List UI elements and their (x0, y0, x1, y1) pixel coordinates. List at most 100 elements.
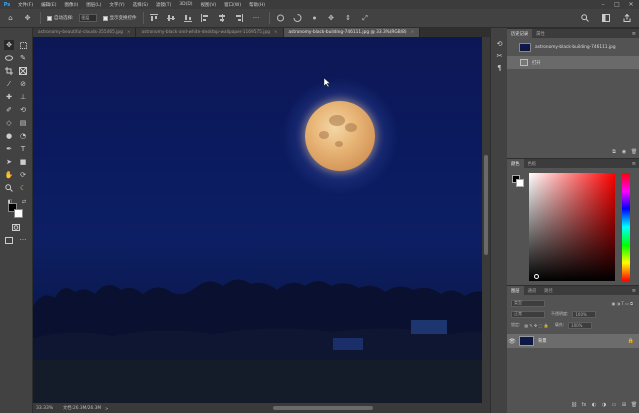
crop-tool-icon[interactable] (4, 66, 14, 76)
zoom-tool-icon[interactable] (4, 183, 14, 193)
pen-tool-icon[interactable]: ✒ (4, 144, 14, 154)
status-menu-arrow[interactable]: > (105, 406, 108, 411)
history-panel-icon[interactable]: ⟲ (494, 39, 505, 49)
path-select-tool-icon[interactable]: ➤ (4, 157, 14, 167)
new-layer-icon[interactable]: ⊞ (619, 402, 629, 408)
marquee-tool-icon[interactable] (18, 40, 28, 50)
align-middle-icon[interactable] (165, 12, 178, 25)
color-fg-bg[interactable] (512, 175, 524, 187)
menu-edit[interactable]: 编辑(E) (37, 2, 60, 8)
share-icon[interactable] (620, 12, 633, 25)
close-window-button[interactable]: ✕ (625, 0, 637, 9)
close-tab-icon[interactable]: × (411, 30, 415, 35)
background-color-swatch[interactable] (14, 209, 23, 218)
lock-icons[interactable]: ▦ ✎ ✥ ⬚ 🔒 (524, 323, 548, 328)
horizontal-scrollbar[interactable] (273, 406, 373, 410)
paragraph-panel-icon[interactable]: ¶ (494, 63, 505, 73)
swap-colors-icon[interactable]: ⇄ (19, 197, 29, 207)
auto-select-checkbox[interactable] (47, 15, 52, 21)
home-icon[interactable]: ⌂ (4, 12, 17, 25)
ruler-tool-icon[interactable]: ⊘ (18, 79, 28, 89)
3d-scale-icon[interactable]: ⤢ (359, 12, 372, 25)
new-group-icon[interactable]: ▭ (609, 402, 619, 408)
document-tab-active[interactable]: astronomy-black-building-746111.jpg @ 33… (283, 28, 421, 37)
document-tab[interactable]: astronomy-black-and-white-desktop-wallpa… (136, 28, 284, 37)
create-snapshot-icon[interactable]: ◉ (619, 149, 629, 155)
align-top-icon[interactable] (148, 12, 161, 25)
delete-icon[interactable]: 🗑 (629, 149, 639, 155)
3d-roll-icon[interactable] (308, 12, 321, 25)
history-state[interactable]: 打开 (507, 56, 639, 69)
panel-menu-icon[interactable]: ≡ (632, 31, 639, 37)
show-transform-checkbox[interactable] (102, 15, 108, 21)
tab-layers[interactable]: 图层 (507, 286, 524, 295)
filter-icons[interactable]: ▣ ◑ T ▭ ⧉ (612, 301, 633, 306)
3d-rotate-icon[interactable] (291, 12, 304, 25)
quick-select-tool-icon[interactable]: ✎ (18, 53, 28, 63)
stamp-tool-icon[interactable]: ⊥ (18, 92, 28, 102)
menu-3d[interactable]: 3D(D) (175, 2, 196, 7)
quick-mask-icon[interactable] (11, 222, 21, 232)
menu-select[interactable]: 选择(S) (129, 2, 152, 8)
close-tab-icon[interactable]: × (127, 30, 131, 35)
banana-icon[interactable]: ☾ (18, 183, 28, 193)
align-center-icon[interactable] (216, 12, 229, 25)
text-tool-icon[interactable]: T (18, 144, 28, 154)
menu-window[interactable]: 窗口(W) (220, 2, 245, 8)
layer-row[interactable]: 👁 背景 🔒 (507, 334, 639, 348)
menu-image[interactable]: 图像(I) (60, 2, 82, 8)
layer-mask-icon[interactable]: ◐ (589, 402, 599, 408)
move-tool-icon[interactable]: ✥ (4, 40, 14, 50)
scrollbar-thumb[interactable] (484, 155, 488, 255)
search-icon[interactable] (578, 12, 591, 25)
close-tab-icon[interactable]: × (274, 30, 278, 35)
adjustments-panel-icon[interactable]: ✂ (494, 51, 505, 61)
hand-tool-icon[interactable]: ✋ (4, 170, 14, 180)
delete-layer-icon[interactable]: 🗑 (629, 402, 639, 408)
dodge-tool-icon[interactable]: ◔ (18, 131, 28, 141)
eyedropper-tool-icon[interactable]: ⁄ (4, 79, 14, 89)
align-bottom-icon[interactable] (182, 12, 195, 25)
tab-properties[interactable]: 属性 (532, 29, 549, 38)
fill-input[interactable]: 100% (568, 321, 593, 329)
hue-slider[interactable] (622, 173, 630, 281)
layer-kind-filter[interactable]: 类型 (511, 299, 545, 307)
more-options-icon[interactable]: ··· (250, 12, 263, 25)
workspace-icon[interactable] (599, 12, 612, 25)
color-picker-field[interactable] (529, 173, 615, 281)
lasso-tool-icon[interactable] (4, 53, 14, 63)
vertical-scrollbar[interactable] (482, 37, 490, 403)
link-layers-icon[interactable]: ⛓ (569, 402, 579, 408)
blur-tool-icon[interactable]: ● (4, 131, 14, 141)
healing-brush-tool-icon[interactable]: ✚ (4, 92, 14, 102)
eraser-tool-icon[interactable]: ◇ (4, 118, 14, 128)
color-picker-cursor[interactable] (534, 274, 539, 279)
document-canvas[interactable] (33, 37, 490, 403)
menu-type[interactable]: 文字(Y) (105, 2, 128, 8)
history-brush-tool-icon[interactable]: ⟲ (18, 105, 28, 115)
auto-select-dropdown[interactable]: 图层 (78, 14, 97, 22)
maximize-button[interactable]: □ (611, 0, 623, 9)
align-left-icon[interactable] (199, 12, 212, 25)
rotate-view-tool-icon[interactable]: ⟳ (18, 170, 28, 180)
document-tab[interactable]: astronomy-beautiful-clouds-355465.jpg × (33, 28, 137, 37)
edit-toolbar-icon[interactable]: ··· (18, 235, 28, 245)
menu-filter[interactable]: 滤镜(T) (152, 2, 175, 8)
3d-slide-icon[interactable]: ⇕ (342, 12, 355, 25)
3d-pan-icon[interactable]: ✥ (325, 12, 338, 25)
gradient-tool-icon[interactable]: ▤ (18, 118, 28, 128)
blend-mode-dropdown[interactable]: 正常 (511, 310, 545, 318)
menu-layer[interactable]: 图层(L) (82, 2, 105, 8)
default-colors-icon[interactable]: ◧ (5, 197, 15, 207)
history-snapshot[interactable]: astronomy-black-building-746111.jpg (507, 41, 639, 54)
3d-mode-icon[interactable] (274, 12, 287, 25)
background-color-swatch[interactable] (516, 179, 524, 187)
zoom-level[interactable]: 33.33% (33, 406, 63, 411)
tab-history[interactable]: 历史记录 (507, 29, 533, 38)
visibility-eye-icon[interactable]: 👁 (507, 338, 517, 345)
move-tool-preset-icon[interactable]: ✥ (21, 12, 34, 25)
layer-style-icon[interactable]: fx (579, 402, 589, 408)
frame-tool-icon[interactable] (18, 66, 28, 76)
tab-swatches[interactable]: 色板 (524, 159, 541, 168)
tab-paths[interactable]: 路径 (540, 286, 557, 295)
